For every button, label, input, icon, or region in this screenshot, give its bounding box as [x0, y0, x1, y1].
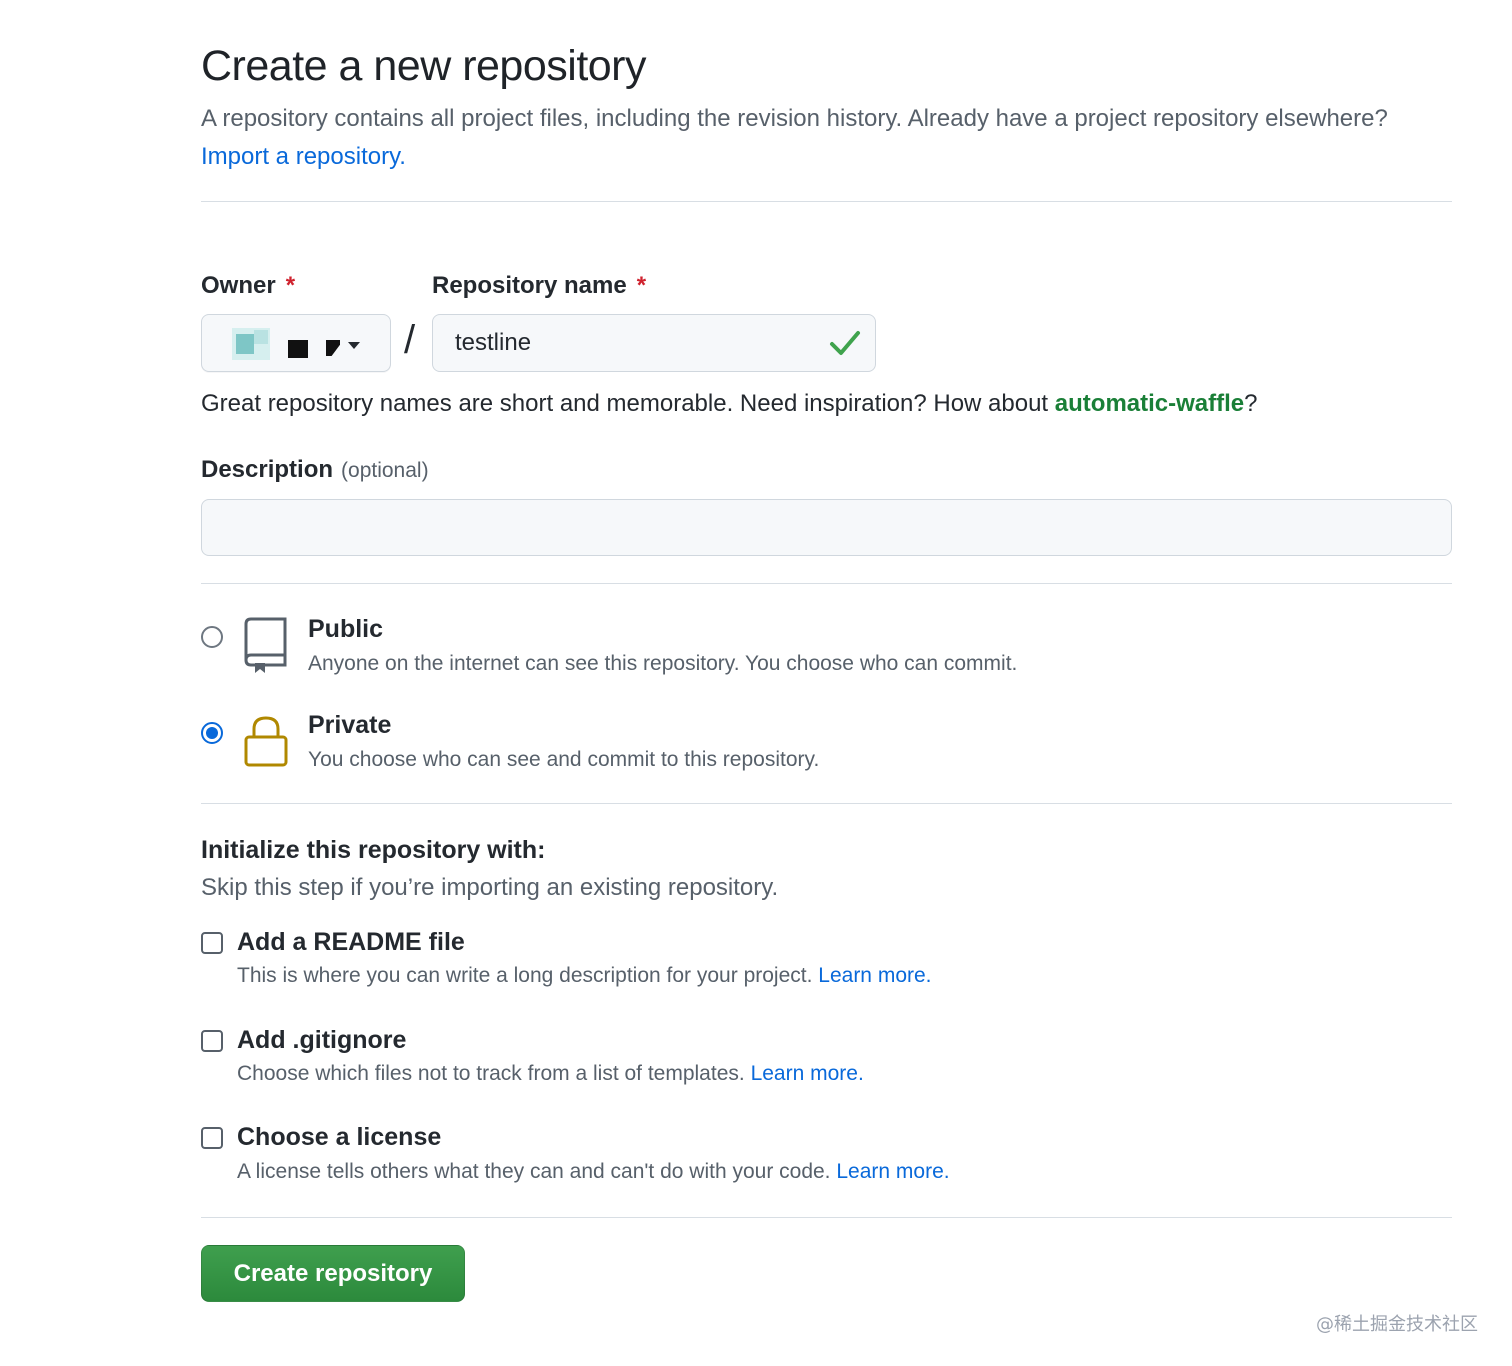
public-radio[interactable] [201, 626, 223, 648]
description-label: Description (optional) [201, 456, 429, 484]
description-input[interactable] [201, 499, 1452, 556]
divider [201, 201, 1452, 202]
subtitle-text: A repository contains all project files,… [201, 105, 1388, 132]
lock-icon [244, 716, 288, 767]
owner-label: Owner * [201, 272, 295, 300]
license-desc-text: A license tells others what they can and… [237, 1160, 831, 1183]
private-radio[interactable] [201, 722, 223, 744]
watermark: @稀土掘金技术社区 [1316, 1314, 1478, 1335]
repo-name-label-text: Repository name [432, 272, 627, 299]
description-label-text: Description [201, 456, 334, 483]
description-optional-note: (optional) [341, 459, 429, 482]
gitignore-learn-more-link[interactable]: Learn more. [751, 1062, 864, 1085]
owner-avatar [232, 328, 272, 360]
repo-name-hint: Great repository names are short and mem… [201, 390, 1258, 418]
owner-required-mark: * [285, 272, 296, 299]
repo-name-input[interactable] [433, 315, 813, 371]
initialize-subtitle: Skip this step if you’re importing an ex… [201, 874, 779, 901]
hint-prefix: Great repository names are short and mem… [201, 390, 1055, 417]
divider [201, 803, 1452, 804]
gitignore-checkbox[interactable] [201, 1030, 223, 1052]
repo-name-field[interactable] [432, 314, 876, 372]
owner-repo-separator: / [404, 318, 416, 362]
create-repository-button[interactable]: Create repository [201, 1245, 465, 1302]
chevron-down-icon [348, 342, 360, 349]
license-learn-more-link[interactable]: Learn more. [836, 1160, 949, 1183]
license-checkbox[interactable] [201, 1127, 223, 1149]
page-title: Create a new repository [201, 42, 647, 90]
hint-suffix: ? [1244, 390, 1258, 417]
owner-name-redacted [288, 340, 308, 358]
readme-desc-text: This is where you can write a long descr… [237, 964, 813, 987]
public-title: Public [308, 615, 384, 643]
license-title: Choose a license [237, 1123, 442, 1151]
gitignore-desc-text: Choose which files not to track from a l… [237, 1062, 745, 1085]
import-repository-link[interactable]: Import a repository. [201, 143, 406, 170]
repo-icon [244, 617, 287, 673]
divider [201, 583, 1452, 584]
readme-title: Add a README file [237, 928, 465, 956]
gitignore-title: Add .gitignore [237, 1026, 407, 1054]
private-title: Private [308, 711, 392, 739]
owner-name-redacted [326, 340, 340, 356]
owner-select[interactable] [201, 314, 391, 372]
license-description: A license tells others what they can and… [237, 1160, 950, 1184]
check-icon [830, 331, 860, 355]
repo-name-label: Repository name * [432, 272, 646, 300]
initialize-title: Initialize this repository with: [201, 836, 546, 864]
public-description: Anyone on the internet can see this repo… [308, 652, 1018, 675]
repo-name-required-mark: * [636, 272, 647, 299]
readme-learn-more-link[interactable]: Learn more. [818, 964, 931, 987]
gitignore-description: Choose which files not to track from a l… [237, 1062, 864, 1086]
page-subtitle: A repository contains all project files,… [201, 100, 1401, 176]
owner-label-text: Owner [201, 272, 276, 299]
private-description: You choose who can see and commit to thi… [308, 748, 820, 771]
name-suggestion[interactable]: automatic-waffle [1055, 390, 1244, 417]
readme-description: This is where you can write a long descr… [237, 964, 932, 988]
readme-checkbox[interactable] [201, 932, 223, 954]
divider [201, 1217, 1452, 1218]
